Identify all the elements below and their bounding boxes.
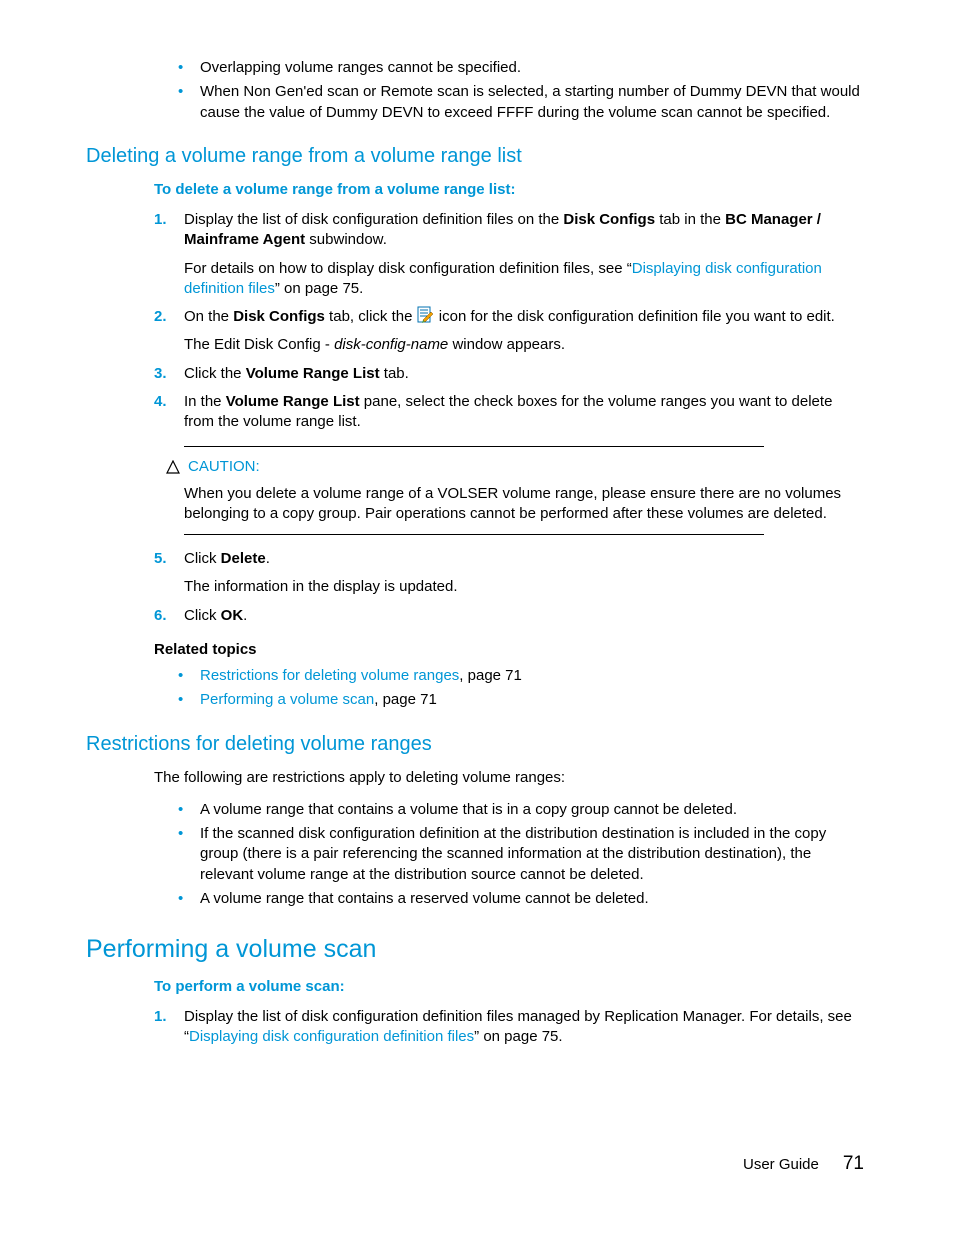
text: Click — [184, 550, 221, 567]
text: window appears. — [448, 336, 565, 353]
italic-text: disk-config-name — [334, 336, 448, 353]
procedure-steps-cont: Click Delete. The information in the dis… — [86, 549, 864, 626]
procedure-steps: Display the list of disk configuration d… — [86, 210, 864, 432]
text: The Edit Disk Config - — [184, 336, 334, 353]
bold-text: Volume Range List — [246, 365, 380, 382]
text: ” on page 75. — [474, 1028, 562, 1045]
list-item: Overlapping volume ranges cannot be spec… — [178, 58, 864, 78]
intro-paragraph: The following are restrictions apply to … — [154, 768, 864, 788]
procedure-steps: Display the list of disk configuration d… — [86, 1007, 864, 1048]
text: subwindow. — [305, 231, 387, 248]
text: tab in the — [655, 211, 725, 228]
page-number: 71 — [843, 1151, 864, 1177]
text: , page 71 — [459, 667, 522, 684]
related-topics-list: Restrictions for deleting volume ranges,… — [86, 666, 864, 711]
link-performing-volume-scan[interactable]: Performing a volume scan — [200, 691, 374, 708]
list-item: A volume range that contains a reserved … — [178, 889, 864, 909]
step-5: Click Delete. The information in the dis… — [154, 549, 864, 598]
procedure-heading: To delete a volume range from a volume r… — [154, 180, 864, 200]
caution-triangle-icon — [166, 460, 180, 474]
bold-text: Delete — [221, 550, 266, 567]
step-6: Click OK. — [154, 606, 864, 626]
bold-text: Disk Configs — [563, 211, 655, 228]
caution-body: When you delete a volume range of a VOLS… — [184, 484, 854, 525]
heading-deleting-volume-range: Deleting a volume range from a volume ra… — [86, 143, 864, 170]
step-3: Click the Volume Range List tab. — [154, 364, 864, 384]
text: For details on how to display disk confi… — [184, 260, 632, 277]
related-topics-heading: Related topics — [154, 640, 864, 660]
step-4: In the Volume Range List pane, select th… — [154, 392, 864, 433]
text: Click — [184, 607, 221, 624]
text: ” on page 75. — [275, 280, 363, 297]
intro-bullet-list: Overlapping volume ranges cannot be spec… — [86, 58, 864, 123]
text: On the — [184, 308, 233, 325]
procedure-heading: To perform a volume scan: — [154, 977, 864, 997]
page-footer: User Guide 71 — [743, 1151, 864, 1177]
bold-text: OK — [221, 607, 244, 624]
text: . — [243, 607, 247, 624]
step-1: Display the list of disk configuration d… — [154, 1007, 864, 1048]
list-item: Restrictions for deleting volume ranges,… — [178, 666, 864, 686]
list-item: Performing a volume scan, page 71 — [178, 690, 864, 710]
text: The information in the display is update… — [184, 577, 864, 597]
edit-icon — [417, 306, 435, 324]
list-item: When Non Gen'ed scan or Remote scan is s… — [178, 82, 864, 123]
caution-block: CAUTION: When you delete a volume range … — [184, 446, 864, 535]
step-1: Display the list of disk configuration d… — [154, 210, 864, 299]
list-item: If the scanned disk configuration defini… — [178, 824, 864, 885]
text: . — [266, 550, 270, 567]
bold-text: Disk Configs — [233, 308, 325, 325]
list-item: A volume range that contains a volume th… — [178, 800, 864, 820]
heading-performing-volume-scan: Performing a volume scan — [86, 933, 864, 967]
footer-label: User Guide — [743, 1155, 819, 1175]
text: tab, click the — [325, 308, 417, 325]
link-restrictions-deleting[interactable]: Restrictions for deleting volume ranges — [200, 667, 459, 684]
text: Display the list of disk configuration d… — [184, 211, 563, 228]
text: In the — [184, 393, 226, 410]
step-2: On the Disk Configs tab, click the icon … — [154, 307, 864, 356]
bold-text: Volume Range List — [226, 393, 360, 410]
heading-restrictions-deleting: Restrictions for deleting volume ranges — [86, 731, 864, 758]
text: tab. — [380, 365, 409, 382]
text: Click the — [184, 365, 246, 382]
text: , page 71 — [374, 691, 437, 708]
link-displaying-disk-config-files[interactable]: Displaying disk configuration definition… — [189, 1028, 474, 1045]
text: icon for the disk configuration definiti… — [439, 308, 835, 325]
caution-label: CAUTION: — [188, 457, 260, 477]
restrictions-bullet-list: A volume range that contains a volume th… — [86, 800, 864, 909]
